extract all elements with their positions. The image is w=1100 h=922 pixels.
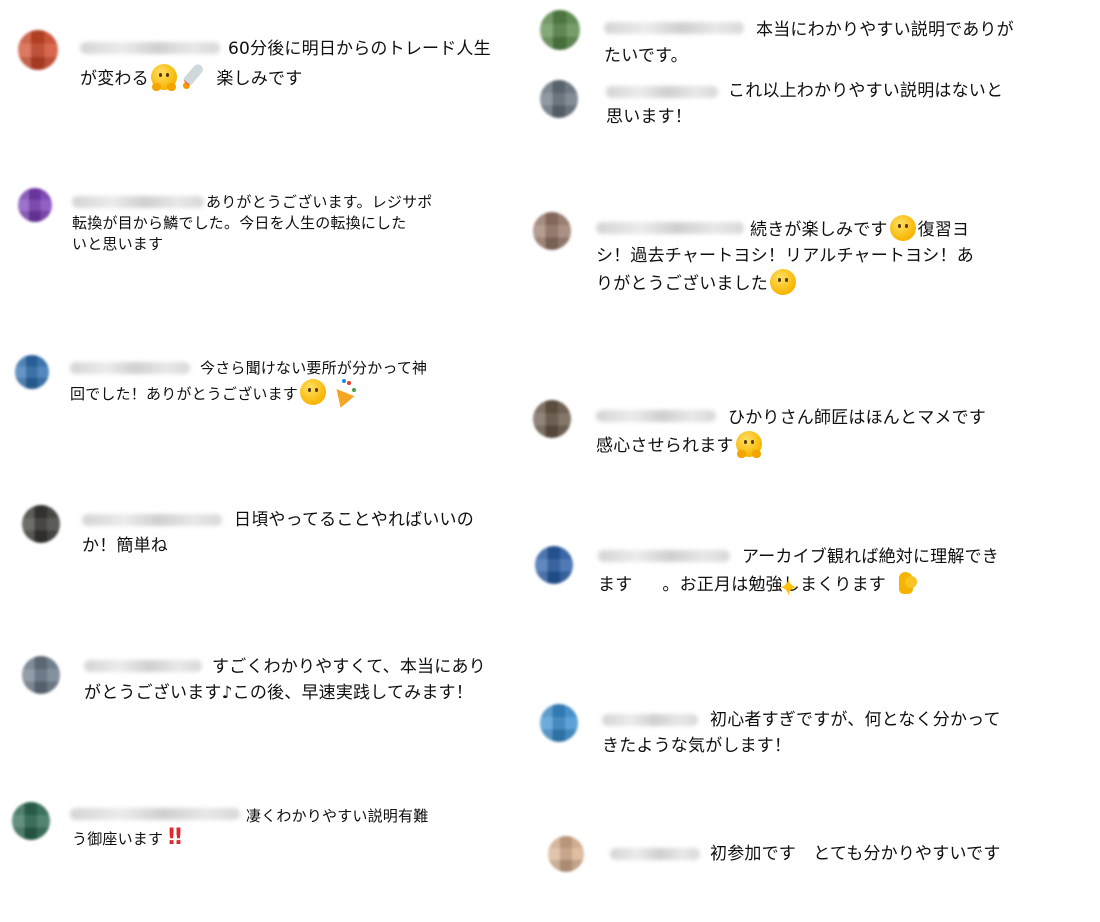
flexed-biceps-emoji <box>894 570 920 596</box>
avatar[interactable] <box>15 355 49 389</box>
comment-text: 凄くわかりやすい説明有難 う御座います ‼ <box>72 807 429 850</box>
hug-emoji <box>735 431 762 458</box>
comment-text: アーカイブ観れば絶対に理解でき ます ✦。お正月は勉強しまくります <box>598 547 999 602</box>
avatar[interactable] <box>548 836 584 872</box>
avatar[interactable] <box>22 505 60 543</box>
avatar[interactable] <box>18 188 52 222</box>
avatar[interactable] <box>22 656 60 694</box>
hug-emoji <box>150 64 177 91</box>
grin-emoji <box>770 269 796 295</box>
comment-text: これ以上わかりやすい説明はないと 思います！ <box>606 81 1004 127</box>
avatar[interactable] <box>18 30 58 70</box>
avatar[interactable] <box>540 10 580 50</box>
avatar[interactable] <box>533 212 571 250</box>
sparkles-emoji: ✦ <box>778 574 799 602</box>
avatar[interactable] <box>12 802 50 840</box>
comment-text: ありがとうございます。レジサポ 転換が目から鱗でした。今日を人生の転換にした い… <box>72 193 433 253</box>
laughing-emoji <box>889 215 916 241</box>
comment-text: 今さら聞けない要所が分かって神 回でした！ありがとうございます <box>70 358 490 408</box>
comment-text: 60分後に明日からのトレード人生 が変わる 楽しみです <box>80 39 491 91</box>
comment-text: 初心者すぎですが、何となく分かって きたような気がします！ <box>602 710 1001 756</box>
comment-text: ひかりさん師匠はほんとマメです 感心させられます <box>596 408 986 458</box>
comment-text: すごくわかりやすくて、本当にあり がとうございます♪この後、早速実践してみます！ <box>84 657 486 703</box>
party-popper-emoji <box>329 379 357 408</box>
smile-emoji <box>300 379 327 405</box>
comment-text: 本当にわかりやすい説明でありが たいです。 <box>604 20 1014 66</box>
comment-text: 日頃やってることやればいいの か！簡単ね <box>82 510 474 556</box>
avatar[interactable] <box>540 704 578 742</box>
avatar[interactable] <box>535 546 573 584</box>
comment-text: 初参加です とても分かりやすいです <box>710 844 1001 864</box>
rocket-emoji <box>181 62 209 90</box>
double-exclamation-emoji: ‼ <box>168 825 182 850</box>
comment-text: 続きが楽しみです 復習ヨ シ！過去チャートヨシ！リアルチャートヨシ！あ りがとうご… <box>596 215 1066 297</box>
avatar[interactable] <box>533 400 571 438</box>
avatar[interactable] <box>540 80 578 118</box>
